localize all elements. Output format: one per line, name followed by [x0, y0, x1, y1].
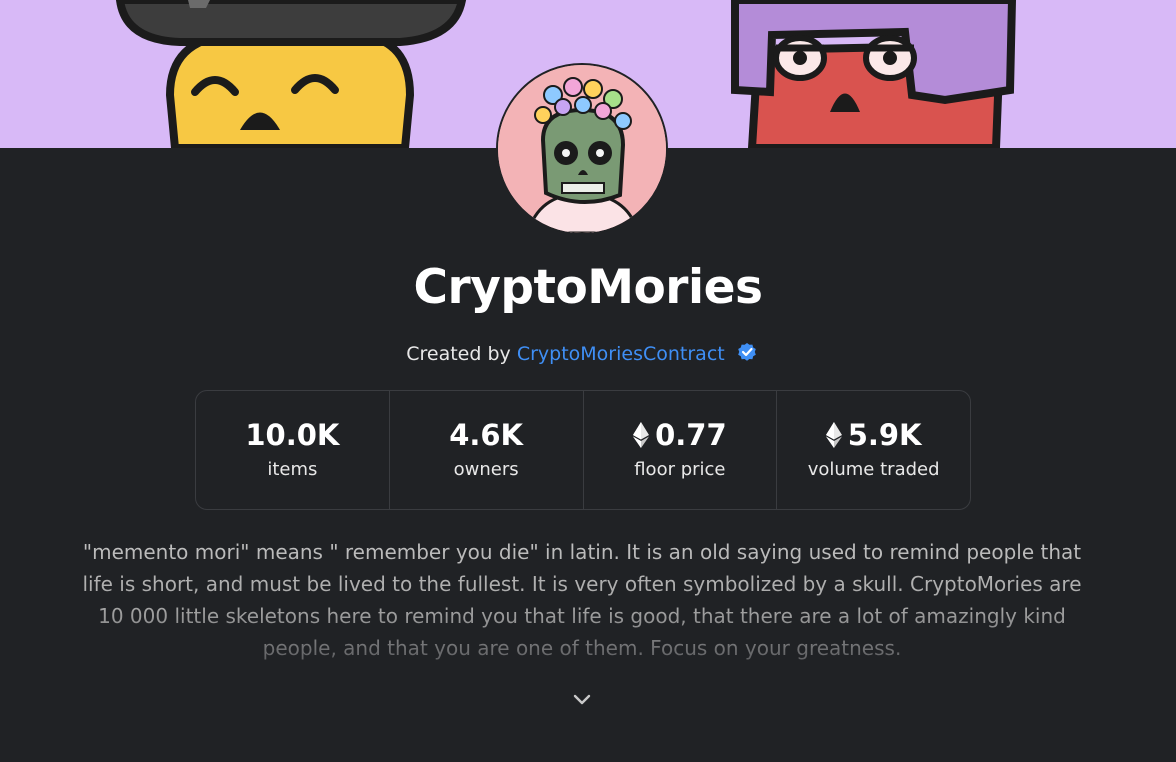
skull-avatar-image	[498, 65, 666, 233]
collection-avatar[interactable]	[496, 63, 668, 235]
stat-items-value: 10.0K	[245, 418, 340, 452]
creator-link[interactable]: CryptoMoriesContract	[517, 343, 725, 365]
stat-floor-price-value: 0.77	[655, 418, 727, 452]
stat-volume-traded[interactable]: 5.9K volume traded	[777, 391, 970, 509]
stat-value: 4.6K	[449, 417, 523, 453]
expand-description-button[interactable]	[568, 686, 596, 714]
chevron-down-icon	[573, 694, 591, 705]
creator-line: Created by CryptoMoriesContract	[0, 340, 1163, 368]
stat-value: 5.9K	[825, 417, 922, 453]
stat-value: 10.0K	[245, 417, 339, 453]
collection-description: "memento mori" means " remember you die"…	[70, 536, 1094, 664]
stat-floor-price[interactable]: 0.77 floor price	[584, 391, 778, 509]
verified-badge-icon	[737, 343, 756, 361]
stat-owners-label: owners	[453, 459, 519, 480]
collection-stats: 10.0K items 4.6K owners 0.77 floor price	[195, 390, 971, 510]
stat-items[interactable]: 10.0K items	[196, 391, 390, 509]
ethereum-icon	[633, 422, 650, 448]
stat-volume-traded-value: 5.9K	[847, 418, 922, 452]
stat-volume-traded-label: volume traded	[807, 459, 940, 480]
stat-owners-value: 4.6K	[449, 418, 524, 452]
ethereum-icon	[825, 422, 842, 448]
stat-value: 0.77	[633, 417, 727, 453]
collection-title: CryptoMories	[413, 260, 763, 315]
stat-owners[interactable]: 4.6K owners	[390, 391, 584, 509]
stat-floor-price-label: floor price	[634, 459, 726, 480]
created-by-label: Created by	[406, 343, 511, 365]
stat-items-label: items	[267, 459, 318, 480]
